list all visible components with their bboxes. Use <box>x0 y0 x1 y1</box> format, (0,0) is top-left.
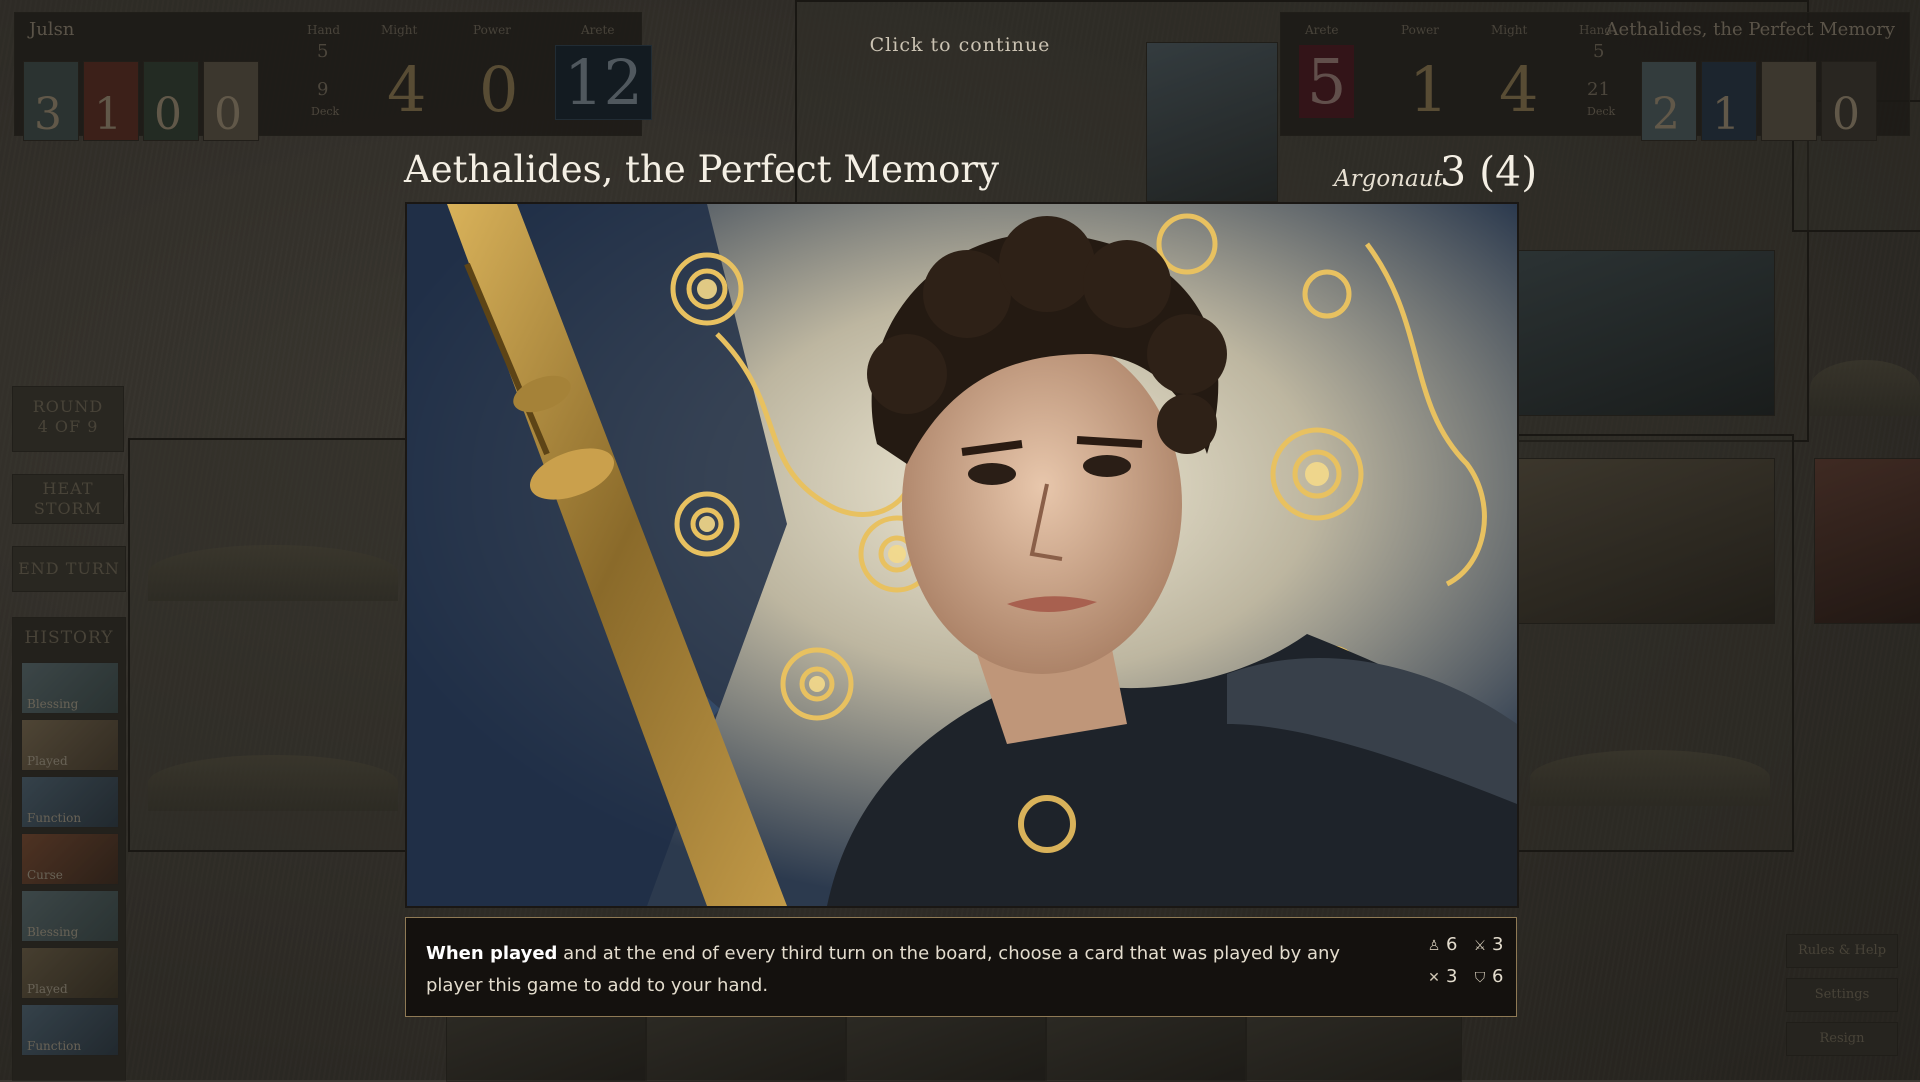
trigger-keyword: When played <box>426 943 558 964</box>
speed-icon: ⚔ <box>1473 938 1487 954</box>
might-icon: ✕ <box>1428 970 1440 986</box>
stat-speed: ⚔ 3 <box>1473 934 1504 955</box>
stat-might: ✕ 3 <box>1426 966 1457 987</box>
card-rules-text: When played and at the end of every thir… <box>426 938 1386 1002</box>
stat-influence: ♙ 6 <box>1427 934 1458 955</box>
card-art <box>407 204 1517 906</box>
card-illustration <box>405 202 1519 908</box>
card-type: Argonaut <box>1334 166 1443 192</box>
stat-defense: ⛉ 6 <box>1472 966 1504 987</box>
influence-icon: ♙ <box>1427 938 1441 954</box>
card-cost: 3 (4) <box>1440 148 1538 196</box>
rules-body: and at the end of every third turn on th… <box>426 943 1341 996</box>
card-text-box: When played and at the end of every thir… <box>405 917 1517 1017</box>
card-name: Aethalides, the Perfect Memory <box>404 148 999 191</box>
click-to-continue[interactable]: Click to continue <box>860 34 1060 56</box>
shield-icon: ⛉ <box>1474 970 1486 986</box>
